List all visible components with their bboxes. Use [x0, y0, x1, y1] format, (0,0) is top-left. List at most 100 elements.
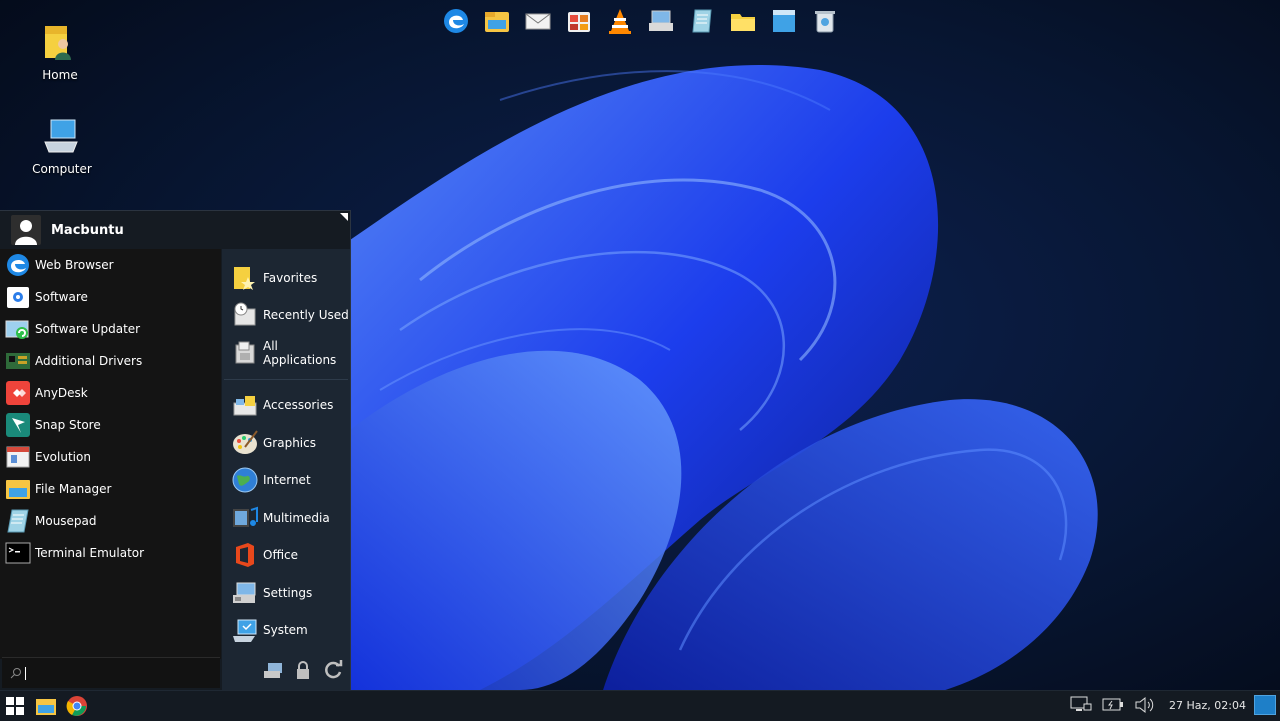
window-icon[interactable] [766, 3, 802, 39]
folder-icon[interactable] [725, 3, 761, 39]
search-input[interactable] [30, 665, 214, 681]
taskbar-chrome[interactable] [65, 694, 89, 718]
menu-header: Macbuntu [0, 211, 350, 249]
app-label: Web Browser [35, 258, 114, 272]
lock-icon [297, 661, 309, 679]
desktop-icon-label: Computer [32, 162, 92, 176]
category-label: Multimedia [263, 510, 330, 525]
clock[interactable]: 27 Haz, 02:04 [1169, 699, 1246, 712]
app-item-web-browser[interactable]: Web Browser [0, 249, 221, 281]
app-item-terminal-emulator[interactable]: Terminal Emulator [0, 537, 221, 569]
logout-button[interactable] [322, 659, 344, 681]
app-item-mousepad[interactable]: Mousepad [0, 505, 221, 537]
category-label: Internet [263, 473, 311, 488]
mail-icon[interactable] [520, 3, 556, 39]
taskbar: 27 Haz, 02:04 [0, 690, 1280, 721]
user-icon [15, 220, 37, 245]
search-box[interactable] [2, 657, 220, 688]
app-item-software[interactable]: Software [0, 281, 221, 313]
favorites-app-list: Web Browser Software Software Updater Ad… [0, 249, 221, 659]
snap-store-icon [5, 412, 31, 438]
avatar[interactable] [11, 215, 41, 245]
network-tray-icon[interactable] [1069, 694, 1093, 716]
start-menu-button[interactable] [3, 694, 27, 718]
file-manager-icon[interactable] [479, 3, 515, 39]
software-icon [5, 284, 31, 310]
evolution-icon [5, 444, 31, 470]
category-label: System [263, 623, 308, 638]
recent-icon [231, 301, 259, 329]
taskbar-file-manager[interactable] [34, 694, 58, 718]
app-item-file-manager[interactable]: File Manager [0, 473, 221, 505]
terminal-icon [5, 540, 31, 566]
file-manager-icon [36, 699, 56, 715]
settings-manager-button[interactable] [262, 659, 284, 681]
app-item-evolution[interactable]: Evolution [0, 441, 221, 473]
top-dock [438, 3, 843, 39]
internet-icon [231, 466, 259, 494]
home-folder-icon [45, 26, 71, 60]
category-multimedia[interactable]: Multimedia [222, 499, 350, 537]
edge-icon [5, 252, 31, 278]
category-graphics[interactable]: Graphics [222, 424, 350, 462]
category-label: Settings [263, 585, 313, 600]
category-office[interactable]: Office [222, 537, 350, 575]
mousepad-icon [5, 508, 31, 534]
category-internet[interactable]: Internet [222, 462, 350, 500]
category-recently-used[interactable]: Recently Used [222, 297, 350, 335]
volume-tray-icon[interactable] [1133, 694, 1157, 716]
app-label: Mousepad [35, 514, 97, 528]
category-system[interactable]: System [222, 612, 350, 650]
mousepad-icon[interactable] [684, 3, 720, 39]
trash-icon[interactable] [807, 3, 843, 39]
chrome-icon [66, 696, 87, 716]
anydesk-icon [5, 380, 31, 406]
category-settings[interactable]: Settings [222, 574, 350, 612]
app-item-additional-drivers[interactable]: Additional Drivers [0, 345, 221, 377]
category-list: Favorites Recently Used All Applications… [222, 249, 350, 690]
desktop-icon-computer[interactable]: Computer [17, 116, 107, 176]
category-label: Office [263, 548, 299, 563]
show-desktop-button[interactable] [1254, 695, 1276, 715]
battery-tray-icon[interactable] [1101, 694, 1125, 716]
edge-browser-icon[interactable] [438, 3, 474, 39]
all-apps-icon [231, 339, 259, 367]
search-icon [10, 668, 21, 679]
app-item-anydesk[interactable]: AnyDesk [0, 377, 221, 409]
category-label: All Applications [263, 338, 337, 367]
vlc-icon[interactable] [602, 3, 638, 39]
computer-icon [44, 119, 78, 153]
file-manager-icon [5, 476, 31, 502]
software-center-icon[interactable] [561, 3, 597, 39]
app-item-software-updater[interactable]: Software Updater [0, 313, 221, 345]
app-label: AnyDesk [35, 386, 88, 400]
settings-manager-icon [264, 663, 282, 678]
office-icon [231, 541, 259, 569]
category-accessories[interactable]: Accessories [222, 387, 350, 425]
desktop-icon-home[interactable]: Home [15, 22, 105, 82]
volume-icon [1135, 696, 1154, 714]
text-cursor [25, 666, 26, 680]
favorites-icon [231, 264, 259, 292]
network-icon[interactable] [643, 3, 679, 39]
app-label: Terminal Emulator [35, 546, 145, 560]
category-favorites[interactable]: Favorites [222, 259, 350, 297]
app-label: Evolution [35, 450, 91, 464]
graphics-icon [231, 429, 259, 457]
desktop-icon-label: Home [42, 68, 78, 82]
category-all-applications[interactable]: All Applications [222, 334, 350, 372]
resize-handle[interactable] [340, 213, 348, 221]
app-label: Additional Drivers [35, 354, 143, 368]
lock-button[interactable] [292, 659, 314, 681]
category-divider [224, 378, 348, 380]
updater-icon [5, 316, 31, 342]
drivers-icon [5, 348, 31, 374]
category-label: Recently Used [263, 308, 349, 323]
app-label: Software [35, 290, 88, 304]
category-label: Accessories [263, 398, 334, 413]
app-item-snap-store[interactable]: Snap Store [0, 409, 221, 441]
settings-icon [231, 579, 259, 607]
category-label: Favorites [263, 270, 318, 285]
multimedia-icon [231, 504, 259, 532]
start-menu-icon [6, 697, 24, 715]
